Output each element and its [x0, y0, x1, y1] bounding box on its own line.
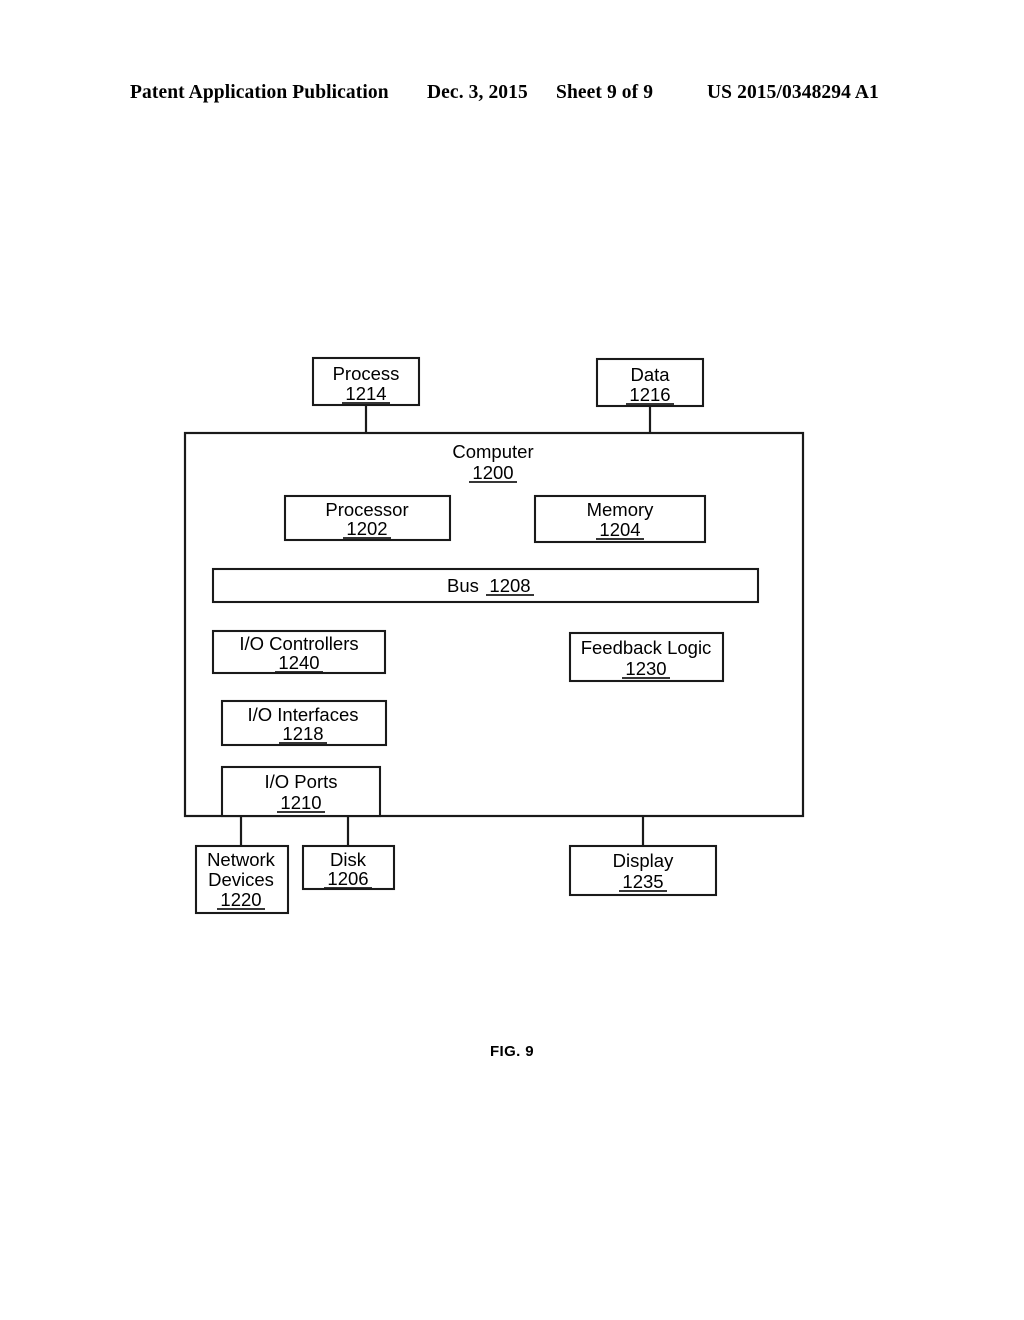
node-data[interactable]: Data 1216	[595, 357, 705, 408]
node-io-ports[interactable]: I/O Ports 1210	[220, 765, 382, 818]
node-processor[interactable]: Processor 1202	[283, 494, 452, 542]
node-io-controllers-ref: 1240	[278, 652, 319, 673]
node-network-devices[interactable]: Network Devices 1220	[194, 844, 290, 915]
node-process-ref: 1214	[345, 383, 386, 404]
node-io-ports-label: I/O Ports	[265, 771, 338, 792]
node-disk[interactable]: Disk 1206	[301, 844, 396, 891]
node-io-interfaces-ref: 1218	[282, 723, 323, 744]
block-diagram: Process 1214 Data 1216 Computer 1200 Pro…	[183, 356, 805, 915]
node-io-ports-ref: 1210	[280, 792, 321, 813]
node-processor-label: Processor	[325, 499, 408, 520]
node-disk-ref: 1206	[327, 868, 368, 889]
node-disk-label: Disk	[330, 849, 367, 870]
node-network-devices-label-line1: Network	[207, 849, 276, 870]
node-feedback-logic[interactable]: Feedback Logic 1230	[568, 631, 725, 683]
node-computer-ref: 1200	[472, 462, 513, 483]
node-feedback-logic-ref: 1230	[625, 658, 666, 679]
node-process-label: Process	[333, 363, 400, 384]
node-display-ref: 1235	[622, 871, 663, 892]
node-display[interactable]: Display 1235	[568, 844, 718, 897]
node-io-interfaces-label: I/O Interfaces	[247, 704, 358, 725]
node-bus[interactable]: Bus 1208	[211, 567, 760, 604]
node-io-controllers[interactable]: I/O Controllers 1240	[211, 629, 387, 675]
node-display-label: Display	[613, 850, 674, 871]
node-memory-label: Memory	[587, 499, 655, 520]
node-network-devices-label-line2: Devices	[208, 869, 274, 890]
node-processor-ref: 1202	[346, 518, 387, 539]
node-data-label: Data	[630, 364, 670, 385]
node-computer-box[interactable]	[183, 431, 805, 818]
node-feedback-logic-label: Feedback Logic	[581, 637, 712, 658]
node-bus-box[interactable]	[211, 567, 760, 604]
node-data-ref: 1216	[629, 384, 670, 405]
node-bus-label: Bus	[447, 575, 479, 596]
node-computer-label: Computer	[452, 441, 533, 462]
node-memory[interactable]: Memory 1204	[533, 494, 707, 544]
figure-caption: FIG. 9	[489, 1043, 535, 1060]
node-io-controllers-label: I/O Controllers	[239, 633, 358, 654]
node-network-devices-ref: 1220	[220, 889, 261, 910]
node-memory-ref: 1204	[599, 519, 640, 540]
node-bus-ref: 1208	[489, 575, 530, 596]
node-io-interfaces[interactable]: I/O Interfaces 1218	[220, 699, 388, 747]
node-process[interactable]: Process 1214	[311, 356, 421, 407]
node-computer[interactable]: Computer 1200	[183, 431, 805, 818]
